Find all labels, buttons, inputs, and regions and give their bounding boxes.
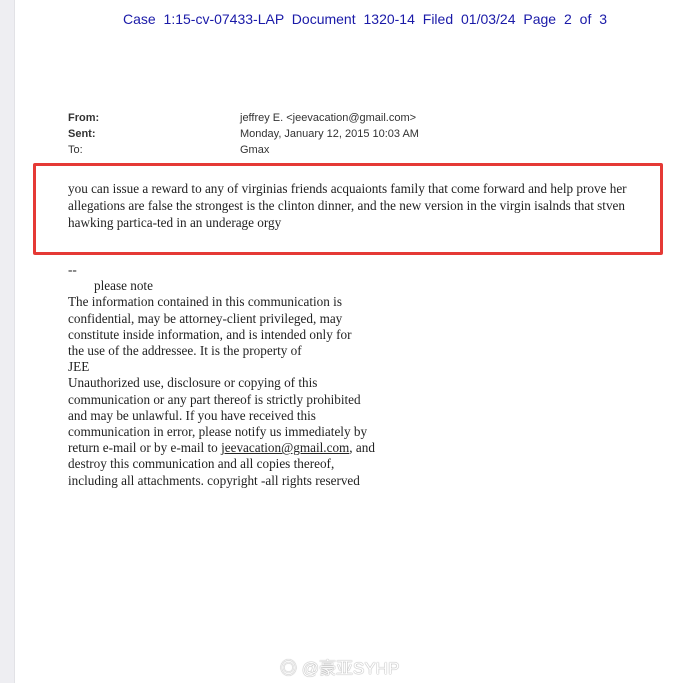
email-link[interactable]: jeevacation@gmail.com: [221, 440, 349, 455]
disclaimer-line: and may be unlawful. If you have receive…: [68, 407, 316, 423]
disclaimer-line: JEE: [68, 359, 90, 375]
email-header: From: jeffrey E. <jeevacation@gmail.com> …: [68, 110, 419, 158]
disclaimer-line: The information contained in this commun…: [68, 294, 342, 310]
signature-dash: --: [68, 262, 77, 277]
sent-label: Sent:: [68, 128, 96, 140]
from-value: jeffrey E. <jeevacation@gmail.com>: [240, 112, 417, 124]
email-body: you can issue a reward to any of virgini…: [68, 181, 627, 230]
email-signature: -- please note The information contained…: [68, 262, 408, 489]
disclaimer-line: including all attachments. copyright -al…: [68, 472, 360, 488]
disclaimer-line: communication in error, please notify us…: [68, 424, 368, 440]
disclaimer-line: constitute inside information, and is in…: [68, 326, 352, 342]
disclaimer-text: , and: [349, 440, 375, 456]
to-value: Gmax: [240, 144, 270, 156]
watermark-text: @豪亚SYHP: [301, 659, 400, 678]
signature-note: please note: [94, 278, 153, 294]
court-filing-header: Case 1:15-cv-07433-LAP Document 1320-14 …: [122, 11, 608, 27]
disclaimer-line: confidential, may be attorney-client pri…: [68, 310, 343, 326]
disclaimer-line: Unauthorized use, disclosure or copying …: [68, 375, 318, 391]
weibo-watermark: ◎ @豪亚SYHP: [280, 654, 399, 679]
sent-value: Monday, January 12, 2015 10:03 AM: [240, 128, 419, 140]
disclaimer-line: the use of the addressee. It is the prop…: [68, 343, 302, 359]
from-label: From:: [68, 112, 100, 124]
weibo-icon: ◎: [280, 659, 302, 678]
disclaimer-line: communication or any part thereof is str…: [68, 391, 361, 407]
disclaimer-line: return e-mail or by e-mail to jeevacatio…: [68, 440, 408, 456]
viewer-left-margin: [0, 0, 15, 683]
disclaimer-text: return e-mail or by e-mail to: [68, 440, 222, 456]
disclaimer-line: destroy this communication and all copie…: [68, 456, 335, 472]
to-label: To:: [68, 144, 83, 156]
